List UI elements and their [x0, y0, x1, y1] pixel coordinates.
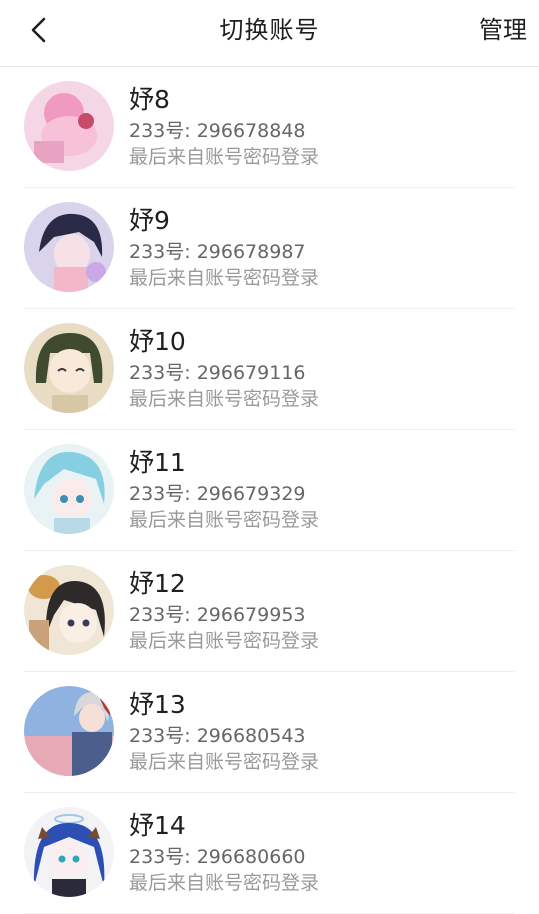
- anime-avatar-dark-hair-icon: [24, 202, 114, 292]
- page-title: 切换账号: [219, 16, 320, 44]
- account-row-1[interactable]: 妤8 233号: 296678848 最后来自账号密码登录: [0, 67, 539, 188]
- account-row-5[interactable]: 妤12 233号: 296679953 最后来自账号密码登录: [0, 551, 539, 672]
- account-row-7[interactable]: 妤14 233号: 296680660 最后来自账号密码登录: [0, 793, 539, 914]
- account-row-2[interactable]: 妤9 233号: 296678987 最后来自账号密码登录: [0, 188, 539, 309]
- account-name: 妤10: [129, 327, 186, 356]
- account-id: 233号: 296679116: [129, 362, 306, 384]
- account-id: 233号: 296678987: [129, 241, 306, 263]
- navigation-bar: 切换账号 管理: [0, 0, 539, 67]
- account-row-6[interactable]: 妤13 233号: 296680543 最后来自账号密码登录: [0, 672, 539, 793]
- account-name: 妤9: [129, 206, 170, 235]
- last-login-method: 最后来自账号密码登录: [129, 751, 320, 773]
- anime-avatar-blue-hair-icon: [24, 807, 114, 897]
- account-name: 妤12: [129, 569, 186, 598]
- account-name: 妤11: [129, 448, 186, 477]
- account-id: 233号: 296680543: [129, 725, 306, 747]
- account-name: 妤13: [129, 690, 186, 719]
- anime-avatar-pink-icon: [24, 81, 114, 171]
- anime-avatar-bob-hair-icon: [24, 323, 114, 413]
- account-row-4[interactable]: 妤11 233号: 296679329 最后来自账号密码登录: [0, 430, 539, 551]
- anime-avatar-sky-boy-icon: [24, 686, 114, 776]
- account-id: 233号: 296679953: [129, 604, 306, 626]
- last-login-method: 最后来自账号密码登录: [129, 267, 320, 289]
- last-login-method: 最后来自账号密码登录: [129, 388, 320, 410]
- manage-button[interactable]: 管理: [479, 14, 527, 46]
- account-id: 233号: 296680660: [129, 846, 306, 868]
- anime-avatar-cyan-hair-icon: [24, 444, 114, 534]
- last-login-method: 最后来自账号密码登录: [129, 630, 320, 652]
- account-row-3[interactable]: 妤10 233号: 296679116 最后来自账号密码登录: [0, 309, 539, 430]
- account-name: 妤14: [129, 811, 186, 840]
- account-name: 妤8: [129, 85, 170, 114]
- anime-avatar-cat-girl-icon: [24, 565, 114, 655]
- last-login-method: 最后来自账号密码登录: [129, 872, 320, 894]
- account-id: 233号: 296679329: [129, 483, 306, 505]
- account-id: 233号: 296678848: [129, 120, 306, 142]
- last-login-method: 最后来自账号密码登录: [129, 146, 320, 168]
- account-list: 妤8 233号: 296678848 最后来自账号密码登录 妤9 233号: 2…: [0, 67, 539, 914]
- last-login-method: 最后来自账号密码登录: [129, 509, 320, 531]
